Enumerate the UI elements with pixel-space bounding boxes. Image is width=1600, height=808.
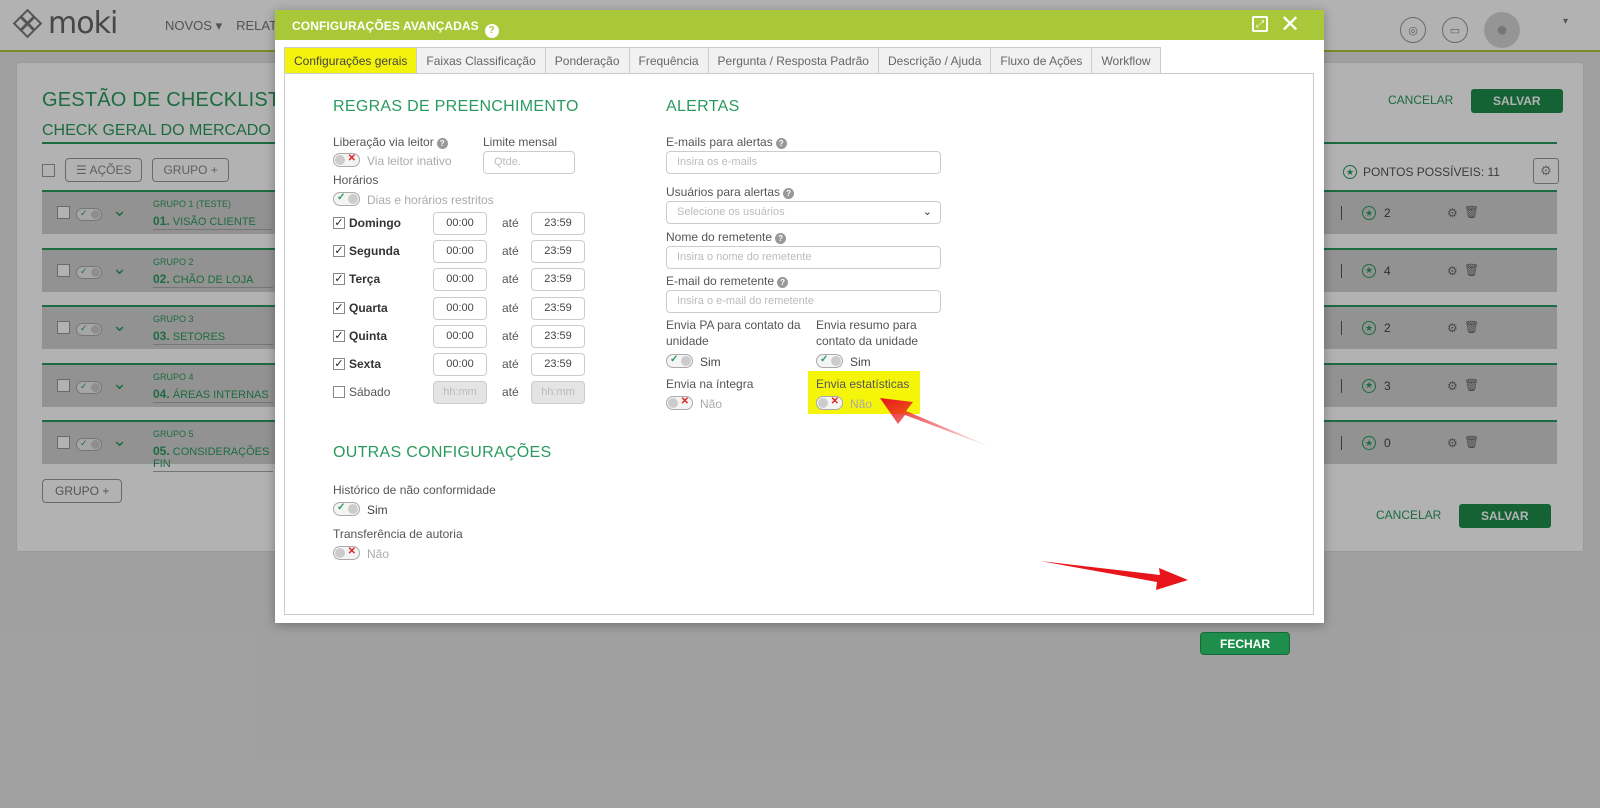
arrow-to-statistics bbox=[880, 398, 993, 448]
arrow-to-close-button bbox=[1040, 561, 1188, 590]
annotation-arrows bbox=[880, 398, 1188, 590]
